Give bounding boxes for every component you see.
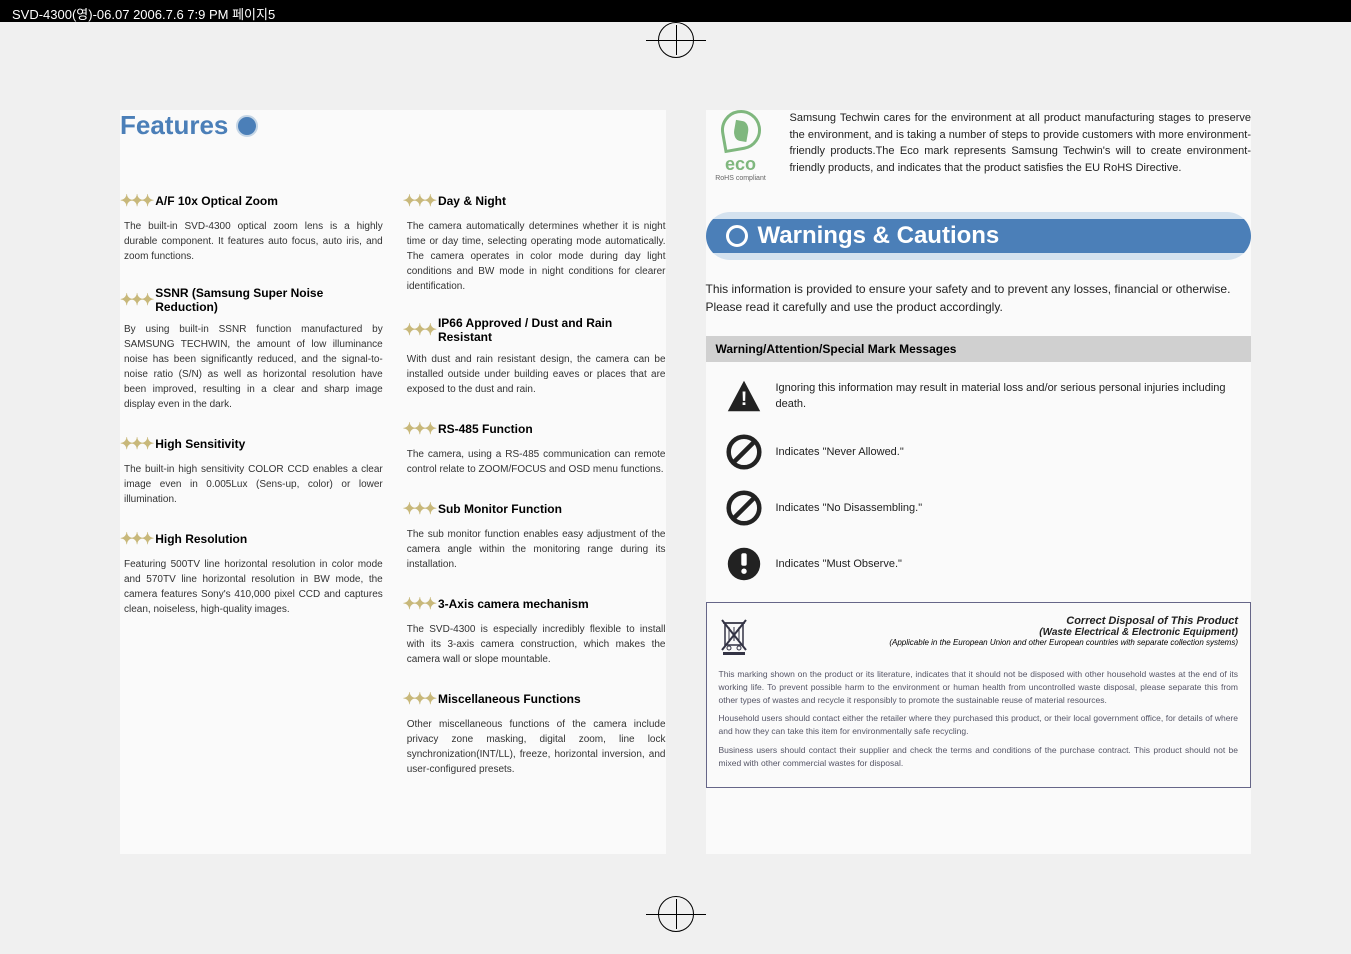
crossed-bin-icon xyxy=(719,615,749,660)
feature-heading: Day & Night xyxy=(438,194,506,208)
sparkle-icon: ✦✦✦ xyxy=(120,290,151,310)
feature-heading: 3-Axis camera mechanism xyxy=(438,597,589,611)
feature-body: With dust and rain resistant design, the… xyxy=(403,352,666,397)
features-title-text: Features xyxy=(120,110,228,141)
feature-heading: SSNR (Samsung Super Noise Reduction) xyxy=(155,286,383,314)
feature-3axis: ✦✦✦ 3-Axis camera mechanism The SVD-4300 … xyxy=(403,594,666,667)
sparkle-icon: ✦✦✦ xyxy=(403,594,434,614)
disposal-p2: Household users should contact either th… xyxy=(719,712,1239,738)
banner-dot-icon xyxy=(726,225,748,247)
feature-body: The built-in SVD-4300 optical zoom lens … xyxy=(120,219,383,264)
feature-sensitivity: ✦✦✦ High Sensitivity The built-in high se… xyxy=(120,434,383,507)
title-dot-icon xyxy=(236,115,258,137)
warn-text: Indicates "Never Allowed." xyxy=(776,444,904,461)
eco-description: Samsung Techwin cares for the environmen… xyxy=(790,110,1252,182)
sparkle-icon: ✦✦✦ xyxy=(120,434,151,454)
sparkle-icon: ✦✦✦ xyxy=(403,689,434,709)
feature-body: Featuring 500TV line horizontal resoluti… xyxy=(120,557,383,617)
sparkle-icon: ✦✦✦ xyxy=(120,529,151,549)
eco-badge: eco RoHS compliant xyxy=(706,110,776,182)
prohibit-icon xyxy=(726,434,762,470)
crop-mark-bottom xyxy=(646,884,706,944)
left-page: Features ✦✦✦ A/F 10x Optical Zoom The bui… xyxy=(120,110,666,854)
disposal-applicable: (Applicable in the European Union and ot… xyxy=(759,638,1239,647)
feature-body: The SVD-4300 is especially incredibly fl… xyxy=(403,622,666,667)
warn-row-nodisassemble: Indicates "No Disassembling." xyxy=(706,490,1252,526)
feature-ip66: ✦✦✦IP66 Approved / Dust and Rain Resista… xyxy=(403,316,666,397)
feature-heading: High Resolution xyxy=(155,532,247,546)
feature-heading: IP66 Approved / Dust and Rain Resistant xyxy=(438,316,666,344)
eco-label: eco xyxy=(706,154,776,175)
right-page: eco RoHS compliant Samsung Techwin cares… xyxy=(706,110,1252,854)
feature-ssnr: ✦✦✦SSNR (Samsung Super Noise Reduction) … xyxy=(120,286,383,412)
warn-row-danger: ! Ignoring this information may result i… xyxy=(706,378,1252,414)
eco-leaf-icon xyxy=(717,107,763,153)
warnings-banner: Warnings & Cautions xyxy=(706,212,1252,260)
disposal-body: This marking shown on the product or its… xyxy=(719,668,1239,769)
warn-row-observe: Indicates "Must Observe." xyxy=(706,546,1252,582)
must-observe-icon xyxy=(726,546,762,582)
feature-body: The camera automatically determines whet… xyxy=(403,219,666,294)
disposal-subtitle: (Waste Electrical & Electronic Equipment… xyxy=(759,627,1239,638)
feature-body: Other miscellaneous functions of the cam… xyxy=(403,717,666,777)
svg-text:!: ! xyxy=(740,388,747,410)
sparkle-icon: ✦✦✦ xyxy=(403,320,434,340)
eco-sublabel: RoHS compliant xyxy=(706,175,776,182)
features-column-1: ✦✦✦ A/F 10x Optical Zoom The built-in SVD… xyxy=(120,191,383,799)
warning-triangle-icon: ! xyxy=(726,378,762,414)
features-column-2: ✦✦✦ Day & Night The camera automatically … xyxy=(403,191,666,799)
feature-body: The camera, using a RS-485 communication… xyxy=(403,447,666,477)
sparkle-icon: ✦✦✦ xyxy=(403,191,434,211)
disposal-box: Correct Disposal of This Product (Waste … xyxy=(706,602,1252,788)
feature-heading: Miscellaneous Functions xyxy=(438,692,581,706)
feature-heading: A/F 10x Optical Zoom xyxy=(155,194,278,208)
features-title: Features xyxy=(120,110,666,141)
feature-rs485: ✦✦✦ RS-485 Function The camera, using a R… xyxy=(403,419,666,477)
eco-section: eco RoHS compliant Samsung Techwin cares… xyxy=(706,110,1252,182)
print-header-bar: SVD-4300(영)-06.07 2006.7.6 7:9 PM 페이지5 xyxy=(0,0,1351,22)
disposal-p3: Business users should contact their supp… xyxy=(719,744,1239,770)
disposal-title: Correct Disposal of This Product xyxy=(759,615,1239,627)
feature-heading: Sub Monitor Function xyxy=(438,502,562,516)
sparkle-icon: ✦✦✦ xyxy=(403,419,434,439)
sparkle-icon: ✦✦✦ xyxy=(120,191,151,211)
no-disassemble-icon xyxy=(726,490,762,526)
warn-text: Indicates "No Disassembling." xyxy=(776,500,923,517)
feature-daynight: ✦✦✦ Day & Night The camera automatically … xyxy=(403,191,666,294)
page-spread: Features ✦✦✦ A/F 10x Optical Zoom The bui… xyxy=(120,110,1251,854)
feature-resolution: ✦✦✦ High Resolution Featuring 500TV line … xyxy=(120,529,383,617)
header-text: SVD-4300(영)-06.07 2006.7.6 7:9 PM 페이지5 xyxy=(12,7,275,22)
sparkle-icon: ✦✦✦ xyxy=(403,499,434,519)
warn-text: Ignoring this information may result in … xyxy=(776,380,1252,413)
feature-heading: High Sensitivity xyxy=(155,437,245,451)
feature-heading: RS-485 Function xyxy=(438,422,533,436)
banner-title: Warnings & Cautions xyxy=(758,222,1000,250)
feature-body: The sub monitor function enables easy ad… xyxy=(403,527,666,572)
feature-af-zoom: ✦✦✦ A/F 10x Optical Zoom The built-in SVD… xyxy=(120,191,383,264)
warnings-intro: This information is provided to ensure y… xyxy=(706,280,1252,316)
warn-text: Indicates "Must Observe." xyxy=(776,556,902,573)
feature-submonitor: ✦✦✦ Sub Monitor Function The sub monitor … xyxy=(403,499,666,572)
warnings-subheader: Warning/Attention/Special Mark Messages xyxy=(706,336,1252,362)
disposal-p1: This marking shown on the product or its… xyxy=(719,668,1239,706)
feature-body: By using built-in SSNR function manufact… xyxy=(120,322,383,412)
feature-body: The built-in high sensitivity COLOR CCD … xyxy=(120,462,383,507)
feature-misc: ✦✦✦ Miscellaneous Functions Other miscell… xyxy=(403,689,666,777)
warn-row-never: Indicates "Never Allowed." xyxy=(706,434,1252,470)
